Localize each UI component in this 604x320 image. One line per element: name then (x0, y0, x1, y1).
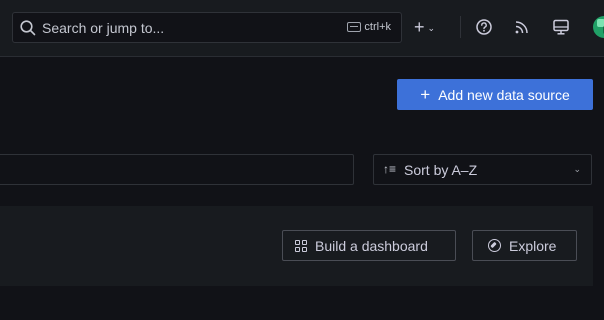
help-icon[interactable] (474, 17, 494, 37)
build-dashboard-label: Build a dashboard (315, 237, 428, 254)
rss-icon[interactable] (512, 17, 532, 37)
plus-icon: + (420, 85, 431, 104)
search-bar[interactable]: Search or jump to... ctrl+k (12, 12, 402, 43)
search-placeholder: Search or jump to... (42, 20, 165, 36)
sort-select[interactable]: ↑≡ Sort by A–Z ⌄ (373, 154, 592, 185)
keyboard-icon (347, 22, 362, 32)
build-dashboard-button[interactable]: Build a dashboard (282, 230, 456, 261)
new-menu-button[interactable]: + ⌄ (414, 16, 435, 38)
chevron-down-icon: ⌄ (427, 23, 436, 33)
search-icon (20, 20, 36, 36)
add-new-data-source-label: Add new data source (438, 86, 570, 103)
sort-icon: ↑≡ (383, 162, 397, 176)
dashboard-grid-icon (295, 239, 307, 252)
chevron-down-icon: ⌄ (573, 164, 581, 174)
topbar-divider (460, 16, 461, 38)
monitor-icon[interactable] (551, 17, 571, 37)
compass-icon (488, 239, 501, 252)
shortcut-text: ctrl+k (364, 21, 391, 33)
avatar[interactable] (593, 16, 604, 38)
add-new-data-source-button[interactable]: + Add new data source (397, 79, 593, 110)
sort-label: Sort by A–Z (404, 162, 478, 178)
plus-icon: + (414, 16, 425, 37)
explore-label: Explore (509, 237, 557, 254)
filter-input[interactable] (0, 154, 354, 185)
top-navigation-bar: Search or jump to... ctrl+k + ⌄ (0, 0, 604, 57)
explore-button[interactable]: Explore (472, 230, 577, 261)
keyboard-shortcut-hint: ctrl+k (347, 21, 391, 33)
